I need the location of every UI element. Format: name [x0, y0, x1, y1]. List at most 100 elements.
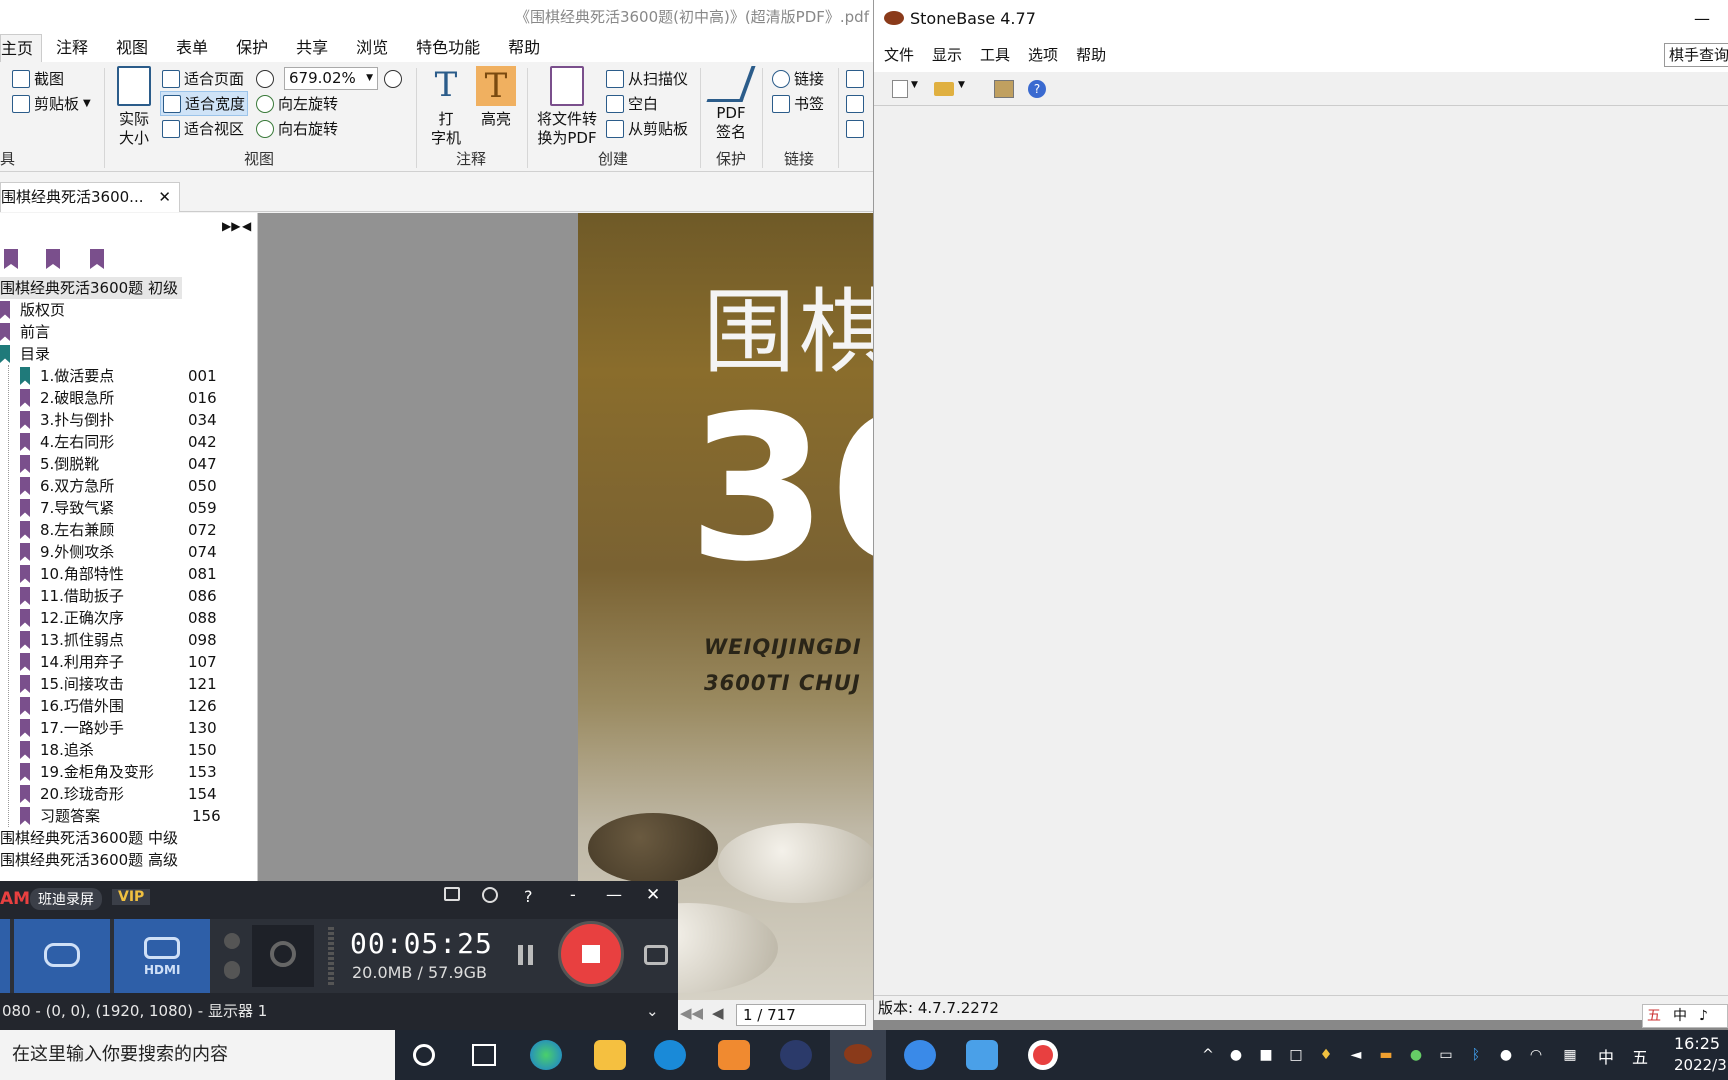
menu-options[interactable]: 选项 [1028, 38, 1058, 72]
tab-view[interactable]: 视图 [102, 34, 162, 62]
page-number-input[interactable]: 1 / 717 [736, 1004, 866, 1026]
from-clipboard-button[interactable]: 从剪贴板 [606, 116, 688, 141]
minimize-small-icon[interactable]: - [570, 885, 576, 904]
tree-item-chapter[interactable]: 19.金柜角及变形 [20, 761, 154, 783]
menu-display[interactable]: 显示 [932, 38, 962, 72]
tree-item-root[interactable]: 围棋经典死活3600题 中级 [0, 827, 178, 849]
database-icon[interactable] [994, 80, 1014, 98]
menu-help[interactable]: 帮助 [1076, 38, 1106, 72]
convert-to-pdf-button[interactable]: 将文件转 换为PDF [534, 66, 600, 148]
tree-item-root[interactable]: 围棋经典死活3600题 初级 [0, 277, 182, 299]
first-page-icon[interactable]: ◀◀ [680, 1004, 703, 1022]
cortana-icon[interactable] [413, 1044, 435, 1066]
tree-item-chapter[interactable]: 15.间接攻击 [20, 673, 124, 695]
file-explorer-icon[interactable] [594, 1040, 626, 1070]
clock-time[interactable]: 16:25 [1674, 1034, 1720, 1053]
menu-tools[interactable]: 工具 [980, 38, 1010, 72]
ime-moon-icon[interactable]: ♪ [1699, 1005, 1708, 1027]
app-tray-icon[interactable]: ▬ [1376, 1045, 1396, 1065]
ime-wubi[interactable]: 五 [1647, 1005, 1661, 1027]
tree-item-chapter[interactable]: 6.双方急所 [20, 475, 114, 497]
prev-page-icon[interactable]: ◀ [712, 1004, 724, 1022]
tree-item-chapter[interactable]: 2.破眼急所 [20, 387, 114, 409]
tree-item-chapter[interactable]: 11.借助扳子 [20, 585, 124, 607]
chevron-down-icon[interactable]: ▼ [958, 80, 965, 90]
add-bookmark-icon[interactable] [4, 249, 18, 269]
tree-item-toc[interactable]: 目录 [0, 343, 50, 365]
help-icon[interactable]: ? [1028, 80, 1046, 98]
cursor-icon[interactable] [224, 933, 240, 949]
collapse-panel-icon[interactable]: ◀ [242, 219, 251, 233]
filter-bookmark-icon[interactable] [90, 249, 104, 269]
chevron-down-icon[interactable]: ▼ [911, 80, 918, 90]
document-tab[interactable]: 围棋经典死活3600... ✕ [0, 182, 180, 212]
close-icon[interactable]: ✕ [646, 885, 660, 905]
pdf-sign-button[interactable]: PDF 签名 [706, 66, 756, 142]
typewriter-button[interactable]: T打 字机 [424, 66, 468, 148]
ime-lang-indicator[interactable]: 中 [1598, 1044, 1614, 1068]
rotate-left-button[interactable]: 向左旋转 [256, 91, 338, 116]
task-view-icon[interactable] [472, 1044, 496, 1066]
fit-view-button[interactable]: 适合视区 [162, 116, 244, 141]
tab-form[interactable]: 表单 [162, 34, 222, 62]
ime-lang[interactable]: 中 [1673, 1005, 1687, 1027]
zoom-out-button[interactable] [256, 66, 278, 91]
bird-app-icon[interactable] [966, 1040, 998, 1070]
microphone-icon[interactable]: ● [1226, 1045, 1246, 1065]
minimize-icon[interactable]: — [1694, 0, 1710, 38]
pause-icon[interactable] [518, 945, 523, 965]
camera-icon[interactable] [644, 945, 668, 965]
bandicam-taskbar-button[interactable] [1028, 1040, 1058, 1070]
zoom-in-button[interactable] [384, 66, 406, 91]
tree-item-chapter[interactable]: 12.正确次序 [20, 607, 124, 629]
tree-item-chapter[interactable]: 16.巧借外围 [20, 695, 124, 717]
app-icon[interactable] [654, 1040, 686, 1070]
tree-item-chapter[interactable]: 3.扑与倒扑 [20, 409, 114, 431]
ribbon-overflow-button[interactable] [846, 66, 868, 91]
bluetooth-icon[interactable]: ᛒ [1466, 1045, 1486, 1065]
actual-size-button[interactable]: 实际 大小 [112, 66, 156, 148]
keyboard-icon[interactable]: ▦ [1560, 1045, 1580, 1065]
tab-comment[interactable]: 注释 [42, 34, 102, 62]
screenshot-button[interactable]: 截图 [12, 66, 64, 91]
shield-icon[interactable]: ■ [1256, 1045, 1276, 1065]
mode-tab[interactable] [0, 919, 10, 993]
qq-icon[interactable]: ● [1496, 1045, 1516, 1065]
tab-home[interactable]: 主页 [0, 34, 43, 62]
chevron-down-icon[interactable]: ⌄ [646, 993, 659, 1030]
tree-item-root[interactable]: 围棋经典死活3600题 高级 [0, 849, 178, 871]
search-box[interactable]: 在这里输入你要搜索的内容 [0, 1030, 395, 1080]
ribbon-overflow-button[interactable] [846, 91, 868, 116]
help-icon[interactable]: ? [524, 887, 533, 906]
goto-bookmark-icon[interactable] [46, 249, 60, 269]
stop-record-button[interactable] [558, 921, 624, 987]
hdmi-mode-button[interactable]: HDMI [114, 919, 210, 993]
blank-button[interactable]: 空白 [606, 91, 658, 116]
ime-mode-indicator[interactable]: 五 [1632, 1044, 1648, 1068]
tree-item-chapter[interactable]: 5.倒脱靴 [20, 453, 99, 475]
tree-item-chapter[interactable]: 1.做活要点 [20, 365, 114, 387]
from-scanner-button[interactable]: 从扫描仪 [606, 66, 688, 91]
expand-panel-icon[interactable]: ▶▶ [222, 219, 240, 233]
stonebase-taskbar-button[interactable] [830, 1030, 886, 1080]
close-icon[interactable]: ✕ [158, 183, 171, 211]
clock-date[interactable]: 2022/3 [1674, 1056, 1727, 1074]
tree-item-chapter[interactable]: 20.珍珑奇形 [20, 783, 124, 805]
link-button[interactable]: 链接 [772, 66, 824, 91]
tree-item-chapter[interactable]: 10.角部特性 [20, 563, 124, 585]
copy-icon[interactable]: □ [1286, 1045, 1306, 1065]
open-folder-icon[interactable] [934, 82, 954, 96]
tree-item-chapter[interactable]: 9.外侧攻杀 [20, 541, 114, 563]
tab-protect[interactable]: 保护 [222, 34, 282, 62]
game-mode-button[interactable] [14, 919, 110, 993]
app-tray-icon[interactable]: ● [1406, 1045, 1426, 1065]
tree-item-chapter[interactable]: 习题答案 [20, 805, 100, 827]
clock-icon[interactable] [482, 887, 498, 903]
tree-item-chapter[interactable]: 14.利用弃子 [20, 651, 124, 673]
rotate-right-button[interactable]: 向右旋转 [256, 116, 338, 141]
tree-item-chapter[interactable]: 17.一路妙手 [20, 717, 124, 739]
edge-icon[interactable] [530, 1040, 562, 1070]
player-search-button[interactable]: 棋手查询 [1664, 43, 1728, 67]
clipboard-button[interactable]: 剪贴板 ▼ [12, 91, 91, 116]
tab-share[interactable]: 共享 [282, 34, 342, 62]
